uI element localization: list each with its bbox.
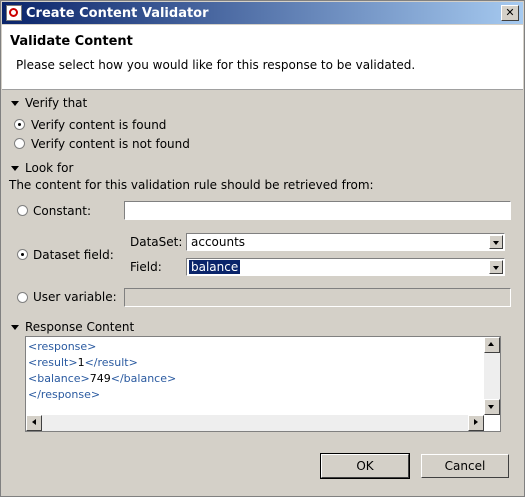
section-label: Look for (25, 161, 74, 175)
chevron-down-icon[interactable] (489, 235, 503, 249)
dataset-select-value: accounts (191, 235, 246, 249)
vertical-scrollbar[interactable] (484, 337, 500, 415)
xml-tag: <response> (28, 340, 97, 353)
constant-label[interactable]: Constant: (33, 204, 91, 218)
user-variable-input[interactable] (124, 288, 511, 307)
xml-tag: </balance> (110, 372, 177, 385)
dataset-field-label[interactable]: Dataset field: (33, 248, 114, 262)
look-for-description: The content for this validation rule sho… (9, 178, 374, 192)
radio-label-verify-not-found[interactable]: Verify content is not found (31, 137, 190, 151)
field-select[interactable]: balance (186, 258, 505, 276)
horizontal-scrollbar[interactable] (26, 415, 484, 431)
code-line: <balance>749</balance> (28, 371, 176, 387)
field-combo-label: Field: (130, 260, 162, 274)
dialog-window: Create Content Validator ✕ Validate Cont… (0, 0, 525, 497)
header-banner: Validate Content Please select how you w… (2, 25, 523, 90)
code-line: <result>1</result> (28, 355, 176, 371)
app-icon (6, 5, 22, 21)
constant-input[interactable] (124, 201, 511, 220)
chevron-down-icon[interactable] (489, 260, 503, 274)
xml-tag: </response> (28, 388, 101, 401)
radio-label-verify-found[interactable]: Verify content is found (31, 118, 166, 132)
close-icon[interactable]: ✕ (501, 5, 519, 21)
collapse-triangle-icon[interactable] (11, 166, 19, 171)
xml-tag: <balance> (28, 372, 90, 385)
collapse-triangle-icon[interactable] (11, 101, 19, 106)
xml-tag: </result> (84, 356, 138, 369)
dataset-combo-label: DataSet: (130, 235, 183, 249)
response-content-textarea[interactable]: <response> <result>1</result> <balance>7… (25, 336, 501, 432)
dataset-select[interactable]: accounts (186, 233, 505, 251)
response-code: <response> <result>1</result> <balance>7… (28, 339, 176, 403)
scroll-left-icon[interactable] (26, 415, 42, 431)
xml-tag: <result> (28, 356, 78, 369)
section-verify-that[interactable]: Verify that (11, 96, 87, 110)
ok-button[interactable]: OK (320, 453, 410, 479)
title-bar[interactable]: Create Content Validator ✕ (2, 2, 523, 24)
section-label: Response Content (25, 320, 135, 334)
xml-text: 1 (77, 356, 85, 369)
field-select-value: balance (187, 259, 242, 275)
section-label: Verify that (25, 96, 88, 110)
scroll-down-icon[interactable] (484, 399, 500, 415)
code-line: <response> (28, 339, 176, 355)
scroll-right-icon[interactable] (468, 415, 484, 431)
window-title: Create Content Validator (26, 6, 209, 21)
cancel-button[interactable]: Cancel (421, 454, 509, 478)
collapse-triangle-icon[interactable] (11, 325, 19, 330)
section-look-for[interactable]: Look for (11, 161, 73, 175)
scroll-up-icon[interactable] (484, 337, 500, 353)
radio-constant[interactable] (17, 205, 28, 216)
page-description: Please select how you would like for thi… (16, 58, 416, 72)
radio-verify-found[interactable] (14, 119, 25, 130)
xml-text: 749 (89, 372, 111, 385)
section-response-content[interactable]: Response Content (11, 320, 134, 334)
radio-user-variable[interactable] (17, 292, 28, 303)
radio-verify-not-found[interactable] (14, 138, 25, 149)
code-line: </response> (28, 387, 176, 403)
page-title: Validate Content (10, 34, 133, 49)
user-variable-label[interactable]: User variable: (33, 290, 117, 304)
radio-dataset-field[interactable] (17, 249, 28, 260)
